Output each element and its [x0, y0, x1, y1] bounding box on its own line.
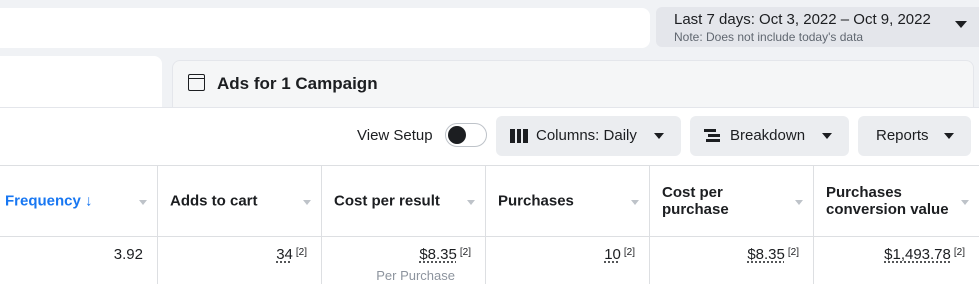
- column-header-adds-to-cart[interactable]: Adds to cart: [158, 166, 322, 236]
- sort-caret-icon[interactable]: [961, 200, 969, 205]
- cell-value[interactable]: 10: [604, 246, 621, 263]
- sort-caret-icon[interactable]: [139, 200, 147, 205]
- cell-cost-per-purchase: $8.35 [2]: [650, 237, 814, 284]
- chevron-down-icon: [955, 21, 967, 28]
- sort-caret-icon[interactable]: [631, 200, 639, 205]
- view-setup-toggle[interactable]: [445, 123, 487, 147]
- table-toolbar: View Setup Columns: Daily Breakdown Repo…: [0, 107, 979, 166]
- footnote-marker: [2]: [787, 247, 799, 258]
- cell-cost-per-result: $8.35 [2] Per Purchase: [322, 237, 486, 284]
- column-header-label: Adds to cart: [170, 192, 258, 210]
- cell-value[interactable]: 34: [276, 246, 293, 263]
- footnote-marker: [2]: [953, 247, 965, 258]
- footnote-marker: [2]: [623, 247, 635, 258]
- date-range-label: Last 7 days: Oct 3, 2022 – Oct 9, 2022: [674, 11, 931, 28]
- table-header: Frequency ↓ Adds to cart Cost per result…: [0, 165, 979, 237]
- column-header-label: Cost per result: [334, 192, 440, 210]
- date-range-picker[interactable]: Last 7 days: Oct 3, 2022 – Oct 9, 2022 N…: [656, 7, 979, 47]
- column-header-label: Purchases: [498, 192, 574, 210]
- sort-caret-icon[interactable]: [467, 200, 475, 205]
- columns-button[interactable]: Columns: Daily: [496, 116, 681, 156]
- breakdown-label: Breakdown: [730, 127, 806, 144]
- cell-frequency: 3.92: [0, 237, 158, 284]
- sort-caret-icon[interactable]: [303, 200, 311, 205]
- columns-label: Columns: Daily: [536, 127, 637, 144]
- reports-label: Reports: [876, 127, 929, 144]
- date-range-note: Note: Does not include today's data: [674, 30, 864, 44]
- tab-title: Ads for 1 Campaign: [217, 74, 378, 93]
- view-setup-label: View Setup: [357, 127, 433, 144]
- columns-icon: [510, 129, 529, 143]
- column-header-label: Purchases conversion value: [826, 184, 949, 218]
- cell-value[interactable]: $8.35: [747, 246, 785, 263]
- reports-button[interactable]: Reports: [858, 116, 971, 156]
- search-bar[interactable]: [0, 8, 650, 48]
- column-header-frequency[interactable]: Frequency ↓: [0, 166, 158, 236]
- cell-adds-to-cart: 34 [2]: [158, 237, 322, 284]
- toggle-knob: [448, 126, 466, 144]
- cell-value: 3.92: [113, 246, 143, 263]
- tab-campaigns[interactable]: [0, 56, 162, 112]
- column-header-label: Cost per purchase: [662, 184, 729, 218]
- column-header-cost-per-purchase[interactable]: Cost per purchase: [650, 166, 814, 236]
- chevron-down-icon: [944, 133, 954, 139]
- table-row: 3.92 34 [2] $8.35 [2] Per Purchase 10 [2] $…: [0, 237, 979, 284]
- cell-purchases: 10 [2]: [486, 237, 650, 284]
- tab-ads[interactable]: Ads for 1 Campaign: [172, 60, 974, 113]
- ad-window-icon: [188, 74, 205, 91]
- column-header-purchases-conversion-value[interactable]: Purchases conversion value: [814, 166, 979, 236]
- sort-caret-icon[interactable]: [795, 200, 803, 205]
- cell-value[interactable]: $8.35: [419, 246, 457, 263]
- chevron-down-icon: [654, 133, 664, 139]
- breakdown-icon: [704, 128, 720, 144]
- column-header-label: Frequency ↓: [5, 192, 93, 210]
- breakdown-button[interactable]: Breakdown: [690, 116, 849, 156]
- cell-purchases-conversion-value: $1,493.78 [2]: [814, 237, 979, 284]
- cell-value[interactable]: $1,493.78: [884, 246, 951, 263]
- column-header-cost-per-result[interactable]: Cost per result: [322, 166, 486, 236]
- column-header-purchases[interactable]: Purchases: [486, 166, 650, 236]
- footnote-marker: [2]: [295, 247, 307, 258]
- result-type-label: Per Purchase: [376, 268, 455, 283]
- chevron-down-icon: [822, 133, 832, 139]
- footnote-marker: [2]: [459, 247, 471, 258]
